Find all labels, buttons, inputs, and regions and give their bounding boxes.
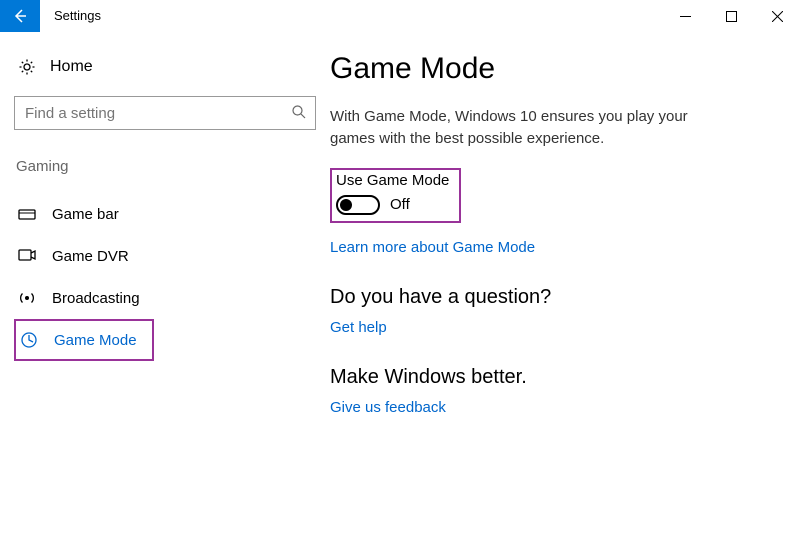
home-label: Home	[50, 58, 93, 76]
minimize-button[interactable]	[662, 0, 708, 32]
gear-icon	[18, 58, 36, 76]
sidebar-item-game-mode[interactable]: Game Mode	[14, 319, 154, 361]
game-mode-toggle[interactable]	[336, 195, 380, 215]
sidebar-item-game-bar[interactable]: Game bar	[14, 193, 310, 235]
app-title: Settings	[54, 0, 101, 32]
search-icon	[291, 104, 307, 123]
page-title: Game Mode	[330, 52, 760, 86]
toggle-thumb	[340, 199, 352, 211]
toggle-state: Off	[390, 196, 410, 213]
search-box[interactable]	[14, 96, 316, 130]
sidebar: Home Gaming Game bar Game DVR Broa	[0, 52, 330, 416]
main-panel: Game Mode With Game Mode, Windows 10 ens…	[330, 52, 800, 416]
sidebar-item-label: Game Mode	[54, 332, 137, 349]
search-input[interactable]	[25, 105, 291, 122]
back-button[interactable]	[0, 0, 40, 32]
home-nav[interactable]: Home	[14, 52, 310, 96]
game-mode-icon	[20, 331, 38, 349]
learn-more-link[interactable]: Learn more about Game Mode	[330, 239, 535, 256]
maximize-icon	[726, 11, 737, 22]
sidebar-item-broadcasting[interactable]: Broadcasting	[14, 277, 310, 319]
toggle-label: Use Game Mode	[336, 172, 449, 189]
get-help-link[interactable]: Get help	[330, 319, 387, 336]
dvr-icon	[18, 247, 36, 265]
section-label-gaming: Gaming	[14, 158, 310, 175]
arrow-left-icon	[12, 8, 28, 24]
sidebar-item-label: Game DVR	[52, 248, 129, 265]
sidebar-item-game-dvr[interactable]: Game DVR	[14, 235, 310, 277]
sidebar-item-label: Broadcasting	[52, 290, 140, 307]
sidebar-item-label: Game bar	[52, 206, 119, 223]
close-icon	[772, 11, 783, 22]
feedback-link[interactable]: Give us feedback	[330, 399, 446, 416]
game-bar-icon	[18, 205, 36, 223]
minimize-icon	[680, 11, 691, 22]
page-description: With Game Mode, Windows 10 ensures you p…	[330, 106, 710, 150]
broadcasting-icon	[18, 289, 36, 307]
better-heading: Make Windows better.	[330, 366, 760, 389]
question-heading: Do you have a question?	[330, 286, 760, 309]
maximize-button[interactable]	[708, 0, 754, 32]
close-button[interactable]	[754, 0, 800, 32]
